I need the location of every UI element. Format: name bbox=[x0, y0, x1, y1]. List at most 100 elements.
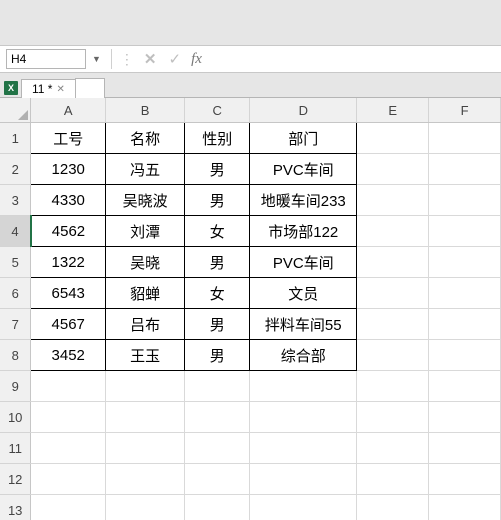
row-header-1[interactable]: 1 bbox=[0, 123, 31, 154]
cell-d12[interactable] bbox=[250, 464, 357, 495]
cell-f13[interactable] bbox=[429, 495, 501, 520]
close-icon[interactable]: ✕ bbox=[56, 84, 64, 95]
cell-a2[interactable]: 1230 bbox=[31, 154, 106, 185]
cell-b6[interactable]: 貂蝉 bbox=[106, 278, 185, 309]
cell-f6[interactable] bbox=[429, 278, 501, 309]
cell-a7[interactable]: 4567 bbox=[31, 309, 106, 340]
row-header-4[interactable]: 4 bbox=[0, 216, 31, 247]
cell-f10[interactable] bbox=[429, 402, 501, 433]
row-header-5[interactable]: 5 bbox=[0, 247, 31, 278]
cell-e8[interactable] bbox=[357, 340, 429, 371]
select-all-corner[interactable] bbox=[0, 98, 31, 123]
workbook-tab-active[interactable]: 11 * ✕ bbox=[21, 79, 76, 98]
name-box[interactable] bbox=[6, 49, 86, 69]
cell-e2[interactable] bbox=[357, 154, 429, 185]
cell-b4[interactable]: 刘潭 bbox=[106, 216, 185, 247]
cell-b7[interactable]: 吕布 bbox=[106, 309, 185, 340]
cell-a6[interactable]: 6543 bbox=[31, 278, 106, 309]
cell-b5[interactable]: 吴晓 bbox=[106, 247, 185, 278]
cell-b1[interactable]: 名称 bbox=[106, 123, 185, 154]
cell-a12[interactable] bbox=[31, 464, 106, 495]
col-header-a[interactable]: A bbox=[31, 98, 106, 123]
cell-a11[interactable] bbox=[31, 433, 106, 464]
cell-c4[interactable]: 女 bbox=[185, 216, 250, 247]
row-header-13[interactable]: 13 bbox=[0, 495, 31, 520]
spreadsheet-grid[interactable]: A B C D E F 1 工号 名称 性别 部门 2 1230 冯五 男 bbox=[0, 98, 501, 520]
row-header-2[interactable]: 2 bbox=[0, 154, 31, 185]
name-box-dropdown-icon[interactable]: ▼ bbox=[86, 54, 107, 64]
cell-f8[interactable] bbox=[429, 340, 501, 371]
cell-a3[interactable]: 4330 bbox=[31, 185, 106, 216]
cell-d8[interactable]: 综合部 bbox=[250, 340, 357, 371]
cell-c8[interactable]: 男 bbox=[185, 340, 250, 371]
cell-f12[interactable] bbox=[429, 464, 501, 495]
cell-b9[interactable] bbox=[106, 371, 185, 402]
cell-d11[interactable] bbox=[250, 433, 357, 464]
col-header-b[interactable]: B bbox=[106, 98, 185, 123]
cell-f11[interactable] bbox=[429, 433, 501, 464]
cell-a1[interactable]: 工号 bbox=[31, 123, 106, 154]
cell-c3[interactable]: 男 bbox=[185, 185, 250, 216]
cell-d2[interactable]: PVC车间 bbox=[250, 154, 357, 185]
cell-c2[interactable]: 男 bbox=[185, 154, 250, 185]
col-header-e[interactable]: E bbox=[357, 98, 429, 123]
cell-a10[interactable] bbox=[31, 402, 106, 433]
cell-e11[interactable] bbox=[357, 433, 429, 464]
more-icon[interactable]: ⋮ bbox=[116, 51, 138, 68]
col-header-c[interactable]: C bbox=[185, 98, 250, 123]
cell-c1[interactable]: 性别 bbox=[185, 123, 250, 154]
cell-b11[interactable] bbox=[106, 433, 185, 464]
cell-e9[interactable] bbox=[357, 371, 429, 402]
cell-c9[interactable] bbox=[185, 371, 250, 402]
cell-c7[interactable]: 男 bbox=[185, 309, 250, 340]
cell-d4[interactable]: 市场部122 bbox=[250, 216, 357, 247]
cancel-icon[interactable]: ✕ bbox=[138, 50, 163, 69]
cell-e1[interactable] bbox=[357, 123, 429, 154]
cell-b10[interactable] bbox=[106, 402, 185, 433]
formula-input[interactable] bbox=[202, 48, 501, 70]
cell-f7[interactable] bbox=[429, 309, 501, 340]
cell-d7[interactable]: 拌料车间55 bbox=[250, 309, 357, 340]
cell-e3[interactable] bbox=[357, 185, 429, 216]
cell-c5[interactable]: 男 bbox=[185, 247, 250, 278]
cell-d6[interactable]: 文员 bbox=[250, 278, 357, 309]
cell-f5[interactable] bbox=[429, 247, 501, 278]
cell-c6[interactable]: 女 bbox=[185, 278, 250, 309]
cell-b2[interactable]: 冯五 bbox=[106, 154, 185, 185]
cell-f9[interactable] bbox=[429, 371, 501, 402]
cell-e12[interactable] bbox=[357, 464, 429, 495]
fx-icon[interactable]: fx bbox=[187, 51, 202, 68]
cell-d9[interactable] bbox=[250, 371, 357, 402]
cell-a9[interactable] bbox=[31, 371, 106, 402]
cell-b3[interactable]: 吴晓波 bbox=[106, 185, 185, 216]
cell-c12[interactable] bbox=[185, 464, 250, 495]
cell-e13[interactable] bbox=[357, 495, 429, 520]
cell-a8[interactable]: 3452 bbox=[31, 340, 106, 371]
workbook-tab-blank[interactable] bbox=[75, 78, 105, 98]
cell-c13[interactable] bbox=[185, 495, 250, 520]
enter-icon[interactable]: ✓ bbox=[163, 50, 188, 69]
row-header-8[interactable]: 8 bbox=[0, 340, 31, 371]
col-header-d[interactable]: D bbox=[250, 98, 357, 123]
row-header-3[interactable]: 3 bbox=[0, 185, 31, 216]
cell-e7[interactable] bbox=[357, 309, 429, 340]
row-header-7[interactable]: 7 bbox=[0, 309, 31, 340]
cell-f2[interactable] bbox=[429, 154, 501, 185]
row-header-12[interactable]: 12 bbox=[0, 464, 31, 495]
cell-e5[interactable] bbox=[357, 247, 429, 278]
cell-d13[interactable] bbox=[250, 495, 357, 520]
cell-d10[interactable] bbox=[250, 402, 357, 433]
cell-a4[interactable]: 4562 bbox=[31, 216, 106, 247]
cell-b12[interactable] bbox=[106, 464, 185, 495]
cell-a13[interactable] bbox=[31, 495, 106, 520]
cell-c10[interactable] bbox=[185, 402, 250, 433]
cell-d1[interactable]: 部门 bbox=[250, 123, 357, 154]
cell-a5[interactable]: 1322 bbox=[31, 247, 106, 278]
cell-e4[interactable] bbox=[357, 216, 429, 247]
cell-e10[interactable] bbox=[357, 402, 429, 433]
cell-f1[interactable] bbox=[429, 123, 501, 154]
row-header-11[interactable]: 11 bbox=[0, 433, 31, 464]
cell-f3[interactable] bbox=[429, 185, 501, 216]
cell-b13[interactable] bbox=[106, 495, 185, 520]
col-header-f[interactable]: F bbox=[429, 98, 501, 123]
